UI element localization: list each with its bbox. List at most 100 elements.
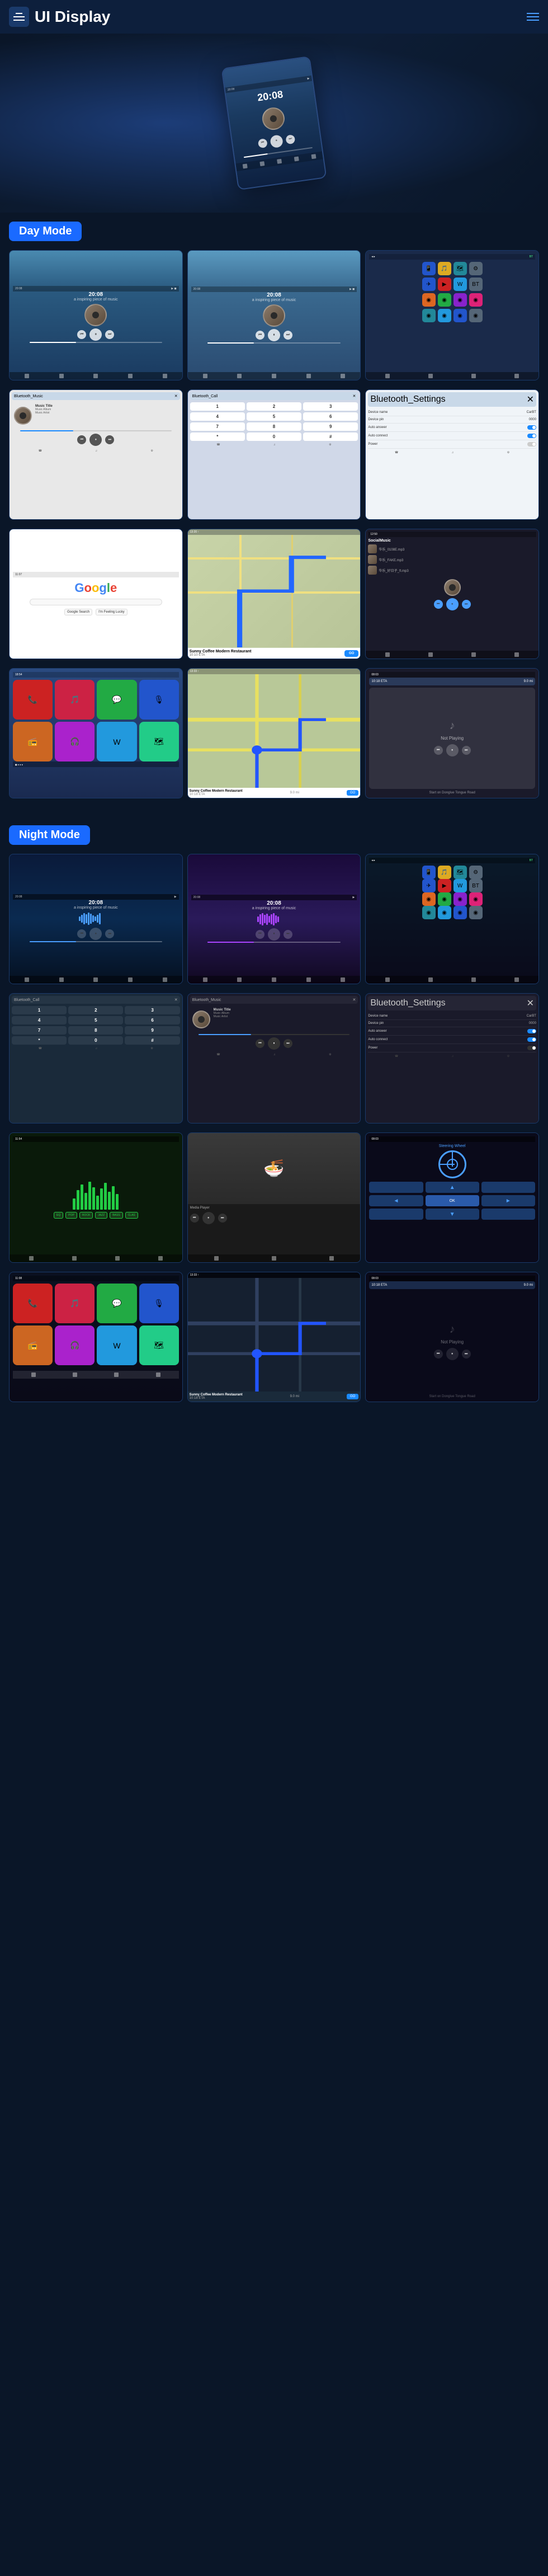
night-eq-screen[interactable]: 11:54 [9,1132,183,1263]
google-lucky-btn[interactable]: I'm Feeling Lucky [96,609,127,615]
night-key-0[interactable]: 0 [68,1036,123,1045]
night-app-phone[interactable]: 📞 [13,1284,53,1323]
night-music-1[interactable]: 20:08▶ 20:08 a inspiring piece of music [9,854,183,984]
night-steer-screen[interactable]: 08:03 Steering Wheel ▲ ◄ OK [365,1132,539,1263]
night-app-12[interactable]: ◉ [469,892,483,906]
night-food-screen[interactable]: 🍜 Media Player ⏮ ⏸ ⏭ [187,1132,361,1263]
night-app-14[interactable]: ◉ [438,906,451,919]
night-not-playing[interactable]: 08:03 10:18 ETA 9.0 mi ♪ Not Playing ⏮ [365,1272,539,1402]
hamburger-icon[interactable] [527,13,539,21]
night-bt-settings[interactable]: Bluetooth_Settings ✕ Device name CarBT D… [365,993,539,1124]
menu-icon[interactable] [9,7,29,27]
night-app-pod[interactable]: 🎙 [139,1284,179,1323]
settings-nav-3[interactable]: ⚙ [507,451,509,454]
nav-go[interactable]: GO [347,790,358,796]
night-bt-call[interactable]: Bluetooth_Call ✕ 1 2 3 4 5 6 7 8 9 * [9,993,183,1124]
np-next[interactable]: ⏭ [462,746,471,755]
key-2[interactable]: 2 [247,402,301,411]
map-screen[interactable]: 13:20 ↑ [187,529,361,659]
key-1[interactable]: 1 [190,402,245,411]
night-key-8[interactable]: 8 [68,1026,123,1035]
night-key-6[interactable]: 6 [125,1016,179,1024]
night-carplay-nav[interactable]: 13:33 ↑ [187,1272,361,1402]
app-icon-music[interactable]: 🎵 [438,262,451,275]
play-2[interactable]: ⏸ [268,329,280,341]
day-music-screen-2[interactable]: 20:08▶ ◼ 20:08 a inspiring piece of musi… [187,250,361,380]
prev-2[interactable]: ⏮ [256,331,264,340]
night-bt-play[interactable]: ⏸ [268,1037,280,1050]
night-app-radio[interactable]: 📻 [13,1325,53,1365]
app-waze[interactable]: W [97,722,136,761]
google-screen[interactable]: 11:07 Google Google Search I'm Feeling L… [9,529,183,659]
night-app-3[interactable]: 🗺 [453,866,467,879]
key-6[interactable]: 6 [303,412,358,421]
call-nav-3[interactable]: ⚙ [329,443,331,446]
app-icon-4a[interactable]: ◉ [422,309,436,322]
night-sn-3[interactable]: ⚙ [507,1055,509,1058]
night-key-2[interactable]: 2 [68,1006,123,1014]
night-app-4[interactable]: ⚙ [469,866,483,879]
app-icon-3d[interactable]: ◉ [469,293,483,307]
bt-nav-settings[interactable]: ⚙ [150,449,153,453]
key-0[interactable]: 0 [247,433,301,441]
eq-btn-4[interactable]: JAZZ [95,1212,107,1219]
bt-prev[interactable]: ⏮ [77,435,86,444]
night-prev-2[interactable]: ⏮ [256,930,264,939]
night-go[interactable]: GO [347,1394,358,1399]
carplay-nav[interactable]: 13:33 ↑ [187,668,361,798]
night-app-6[interactable]: ▶ [438,879,451,892]
night-call-nav-2[interactable]: ♫ [95,1047,97,1050]
app-icon-3c[interactable]: ◉ [453,293,467,307]
night-key-5[interactable]: 5 [68,1016,123,1024]
app-icon-yt[interactable]: ▶ [438,278,451,291]
night-app-music2[interactable]: 🎵 [55,1284,95,1323]
bt-call-screen[interactable]: Bluetooth_Call ✕ 1 2 3 4 5 6 7 8 9 * [187,389,361,520]
app-spotify[interactable]: 🎧 [55,722,95,761]
key-star[interactable]: * [190,433,245,441]
app-icon-4b[interactable]: ◉ [438,309,451,322]
arrow-bl[interactable] [369,1209,423,1220]
go-button[interactable]: GO [344,650,358,657]
eq-btn-5[interactable]: BASS [110,1212,122,1219]
app-icon-waze[interactable]: W [453,278,467,291]
night-carplay-launcher[interactable]: 11:08 📞 🎵 💬 🎙 📻 🎧 W 🗺 [9,1272,183,1402]
google-search[interactable] [30,599,162,605]
settings-nav-1[interactable]: ☎ [395,451,398,454]
key-3[interactable]: 3 [303,402,358,411]
night-app-16[interactable]: ◉ [469,906,483,919]
night-key-9[interactable]: 9 [125,1026,179,1035]
settings-close[interactable]: ✕ [527,394,534,405]
night-app-sp[interactable]: 🎧 [55,1325,95,1365]
night-key-star[interactable]: * [12,1036,67,1045]
night-bt-nav-3[interactable]: ⚙ [329,1053,331,1056]
play-button[interactable]: ⏸ [270,134,284,148]
night-next-2[interactable]: ⏭ [284,930,292,939]
app-maps[interactable]: 🗺 [139,722,179,761]
night-bt-music-close[interactable]: ✕ [352,998,356,1002]
food-play[interactable]: ⏸ [202,1212,215,1224]
auto-answer-toggle[interactable] [527,425,536,430]
social-prev[interactable]: ⏮ [434,600,443,609]
night-app-13[interactable]: ◉ [422,906,436,919]
app-icon-settings[interactable]: ⚙ [469,262,483,275]
arrow-right[interactable]: ► [481,1195,535,1206]
night-app-7[interactable]: W [453,879,467,892]
carplay-not-playing[interactable]: 08:03 10:18 ETA 9.0 mi ♪ Not Playing ⏮ [365,668,539,798]
app-icon-3a[interactable]: ◉ [422,293,436,307]
app-podcast2[interactable]: 📻 [13,722,53,761]
bt-play[interactable]: ⏸ [89,434,102,446]
night-app-10[interactable]: ◉ [438,892,451,906]
social-item-3[interactable]: 华乐_好日子_ft.mp3 [368,566,536,575]
night-key-1[interactable]: 1 [12,1006,67,1014]
app-icon-phone[interactable]: 📱 [422,262,436,275]
bt-settings-screen[interactable]: Bluetooth_Settings ✕ Device name CarBT D… [365,389,539,520]
night-call-close[interactable]: ✕ [174,998,178,1002]
arrow-tr[interactable] [481,1182,535,1193]
social-item-2[interactable]: 华乐_FAKE.mp3 [368,555,536,564]
key-5[interactable]: 5 [247,412,301,421]
app-music-cp[interactable]: 🎵 [55,680,95,720]
night-bt-next[interactable]: ⏭ [284,1039,292,1048]
night-app-5[interactable]: ✈ [422,879,436,892]
eq-btn-6[interactable]: CLAS [125,1212,138,1219]
app-icon-tg[interactable]: ✈ [422,278,436,291]
